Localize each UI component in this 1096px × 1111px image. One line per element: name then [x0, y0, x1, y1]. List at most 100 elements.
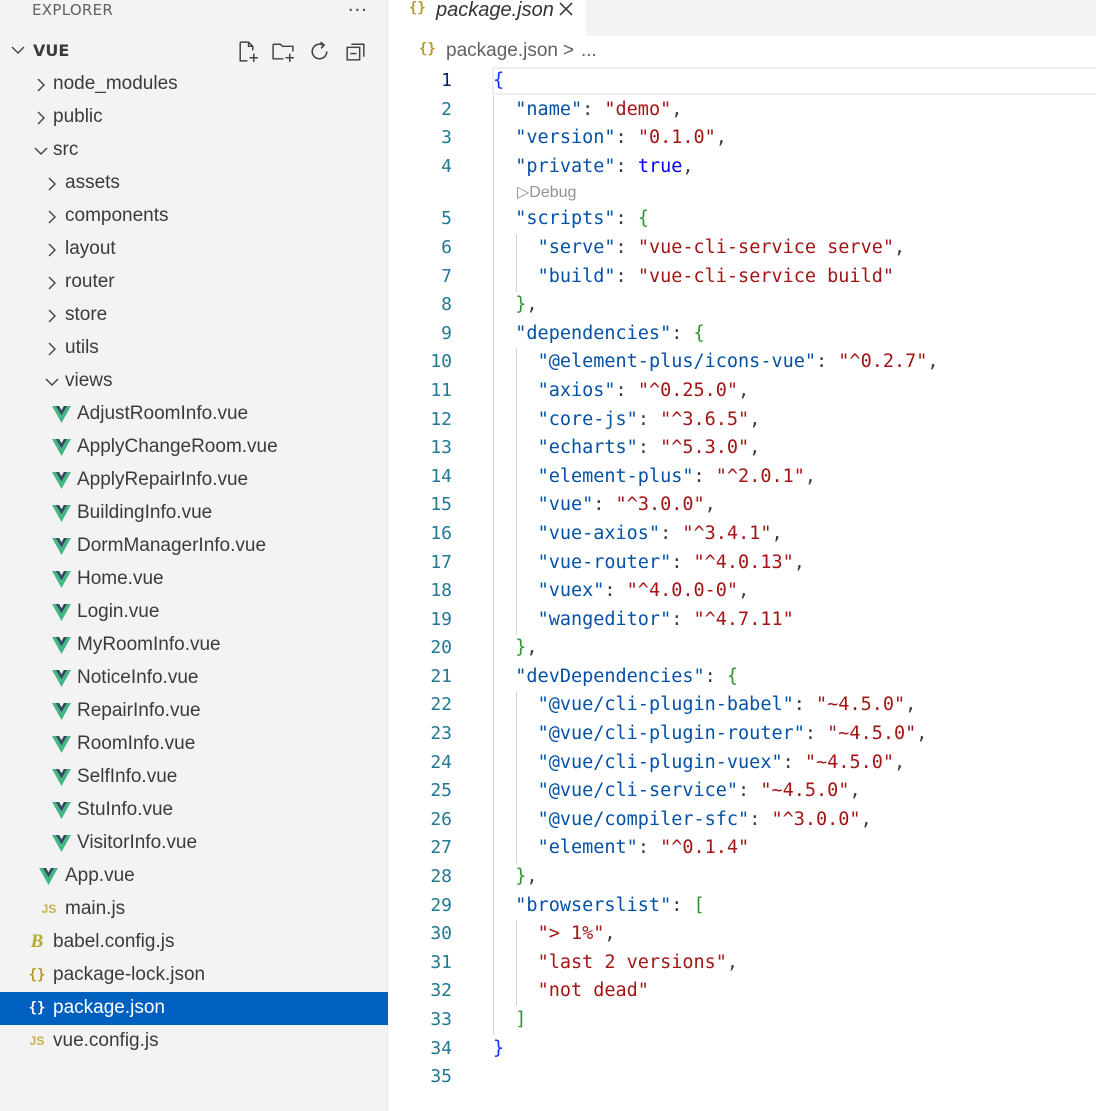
new-folder-icon[interactable] — [271, 39, 296, 64]
code-text: "axios": "^0.25.0", — [493, 380, 750, 401]
code-token: , — [715, 127, 727, 149]
debug-codelens-link[interactable]: ▷Debug — [517, 182, 576, 202]
tree-file[interactable]: Home.vue — [0, 563, 388, 596]
code-line[interactable]: 6 "serve": "vue-cli-service serve", — [389, 234, 1096, 263]
code-editor[interactable]: 1{2 "name": "demo", 3 "version": "0.1.0",… — [389, 67, 1096, 1092]
code-text: "last 2 versions", — [493, 952, 739, 973]
tree-folder[interactable]: components — [0, 200, 388, 233]
code-line[interactable]: 21 "devDependencies": { — [389, 663, 1096, 692]
code-line[interactable]: 14 "element-plus": "^2.0.1", — [389, 463, 1096, 492]
code-line[interactable]: 35 — [389, 1063, 1096, 1092]
tree-file[interactable]: MyRoomInfo.vue — [0, 629, 388, 662]
code-line[interactable]: 15 "vue": "^3.0.0", — [389, 491, 1096, 520]
tree-item-label: App.vue — [65, 865, 135, 886]
tree-folder[interactable]: utils — [0, 332, 388, 365]
code-line[interactable]: 16 "vue-axios": "^3.4.1", — [389, 520, 1096, 549]
tree-file[interactable]: ApplyChangeRoom.vue — [0, 431, 388, 464]
code-line[interactable]: 8 }, — [389, 291, 1096, 320]
code-token: "^0.1.4" — [660, 837, 750, 859]
tree-file[interactable]: RoomInfo.vue — [0, 728, 388, 761]
tree-file[interactable]: NoticeInfo.vue — [0, 662, 388, 695]
tree-folder[interactable]: public — [0, 101, 388, 134]
code-line[interactable]: 10 "@element-plus/icons-vue": "^0.2.7", — [389, 348, 1096, 377]
tree-folder[interactable]: layout — [0, 233, 388, 266]
refresh-icon[interactable] — [307, 39, 332, 64]
code-line[interactable]: 23 "@vue/cli-plugin-router": "~4.5.0", — [389, 720, 1096, 749]
tree-file[interactable]: VisitorInfo.vue — [0, 827, 388, 860]
tree-file[interactable]: JS vue.config.js — [0, 1025, 388, 1058]
tab-package-json[interactable]: {} package.json — [389, 0, 586, 36]
tree-file[interactable]: JS main.js — [0, 893, 388, 926]
tree-file[interactable]: AdjustRoomInfo.vue — [0, 398, 388, 431]
vue-file-icon — [52, 538, 71, 555]
close-icon[interactable] — [556, 0, 576, 19]
workspace-section-header[interactable]: VUE — [0, 37, 388, 65]
code-token: { — [637, 208, 649, 230]
breadcrumb-more[interactable]: ... — [581, 40, 597, 62]
tree-file[interactable]: Bbabel.config.js — [0, 926, 388, 959]
babel-file-icon: B — [30, 931, 44, 952]
tree-file[interactable]: DormManagerInfo.vue — [0, 530, 388, 563]
code-line[interactable]: 24 "@vue/cli-plugin-vuex": "~4.5.0", — [389, 749, 1096, 778]
code-line[interactable]: 17 "vue-router": "^4.0.13", — [389, 549, 1096, 578]
tree-file[interactable]: {} package.json — [0, 992, 388, 1025]
tree-folder[interactable]: assets — [0, 167, 388, 200]
code-token: "^4.0.13" — [693, 551, 794, 573]
tree-folder[interactable]: store — [0, 299, 388, 332]
code-line[interactable]: 13 "echarts": "^5.3.0", — [389, 434, 1096, 463]
tree-file[interactable]: StuInfo.vue — [0, 794, 388, 827]
code-line[interactable]: 1{ — [389, 67, 1096, 96]
code-line[interactable]: 4 "private": true, — [389, 153, 1096, 182]
indent-guide — [516, 348, 517, 635]
collapse-all-icon[interactable] — [343, 39, 368, 64]
code-line[interactable]: 28 }, — [389, 863, 1096, 892]
vue-file-icon — [52, 604, 71, 621]
tree-file[interactable]: {} package-lock.json — [0, 959, 388, 992]
vue-file-icon — [52, 835, 71, 852]
code-line[interactable]: 27 "element": "^0.1.4" — [389, 834, 1096, 863]
code-text: "@vue/cli-plugin-router": "~4.5.0", — [493, 723, 928, 744]
tree-file[interactable]: Login.vue — [0, 596, 388, 629]
code-line[interactable]: 2 "name": "demo", — [389, 96, 1096, 125]
code-text: "vuex": "^4.0.0-0", — [493, 580, 750, 602]
tree-folder[interactable]: src — [0, 134, 388, 167]
code-line[interactable]: 31 "last 2 versions", — [389, 949, 1096, 978]
tree-file[interactable]: ApplyRepairInfo.vue — [0, 464, 388, 497]
breadcrumb-file[interactable]: package.json — [446, 40, 558, 62]
code-line[interactable]: 22 "@vue/cli-plugin-babel": "~4.5.0", — [389, 691, 1096, 720]
code-line[interactable]: 7 "build": "vue-cli-service build" — [389, 263, 1096, 292]
more-actions-button[interactable]: ··· — [348, 0, 368, 21]
tree-file[interactable]: SelfInfo.vue — [0, 761, 388, 794]
code-line[interactable]: 29 "browserslist": [ — [389, 892, 1096, 921]
code-line[interactable]: 32 "not dead" — [389, 977, 1096, 1006]
line-number: 28 — [430, 866, 452, 888]
code-line[interactable]: 18 "vuex": "^4.0.0-0", — [389, 577, 1096, 606]
code-line[interactable]: 12 "core-js": "^3.6.5", — [389, 406, 1096, 435]
code-token: "wangeditor" — [537, 608, 672, 630]
code-line[interactable]: 3 "version": "0.1.0", — [389, 124, 1096, 153]
code-line[interactable]: 30 "> 1%", — [389, 920, 1096, 949]
code-line[interactable]: 20 }, — [389, 634, 1096, 663]
tree-file[interactable]: BuildingInfo.vue — [0, 497, 388, 530]
tree-folder[interactable]: router — [0, 266, 388, 299]
code-token: "^4.0.0-0" — [626, 580, 739, 602]
code-token: , — [749, 437, 761, 459]
code-line[interactable]: 25 "@vue/cli-service": "~4.5.0", — [389, 777, 1096, 806]
code-token: , — [526, 637, 538, 659]
code-line[interactable]: 34} — [389, 1035, 1096, 1064]
code-token: , — [771, 522, 783, 544]
tree-file[interactable]: App.vue — [0, 860, 388, 893]
code-line[interactable]: 9 "dependencies": { — [389, 320, 1096, 349]
code-token: "core-js" — [537, 408, 638, 430]
tree-folder[interactable]: node_modules — [0, 68, 388, 101]
code-line[interactable]: 19 "wangeditor": "^4.7.11" — [389, 606, 1096, 635]
code-line[interactable]: 11 "axios": "^0.25.0", — [389, 377, 1096, 406]
tree-folder[interactable]: views — [0, 365, 388, 398]
code-token: "vue-cli-service serve" — [637, 236, 894, 258]
tree-file[interactable]: RepairInfo.vue — [0, 695, 388, 728]
new-file-icon[interactable] — [235, 39, 260, 64]
code-line[interactable]: 33 ] — [389, 1006, 1096, 1035]
line-number: 25 — [430, 780, 452, 802]
code-line[interactable]: 26 "@vue/compiler-sfc": "^3.0.0", — [389, 806, 1096, 835]
code-line[interactable]: 5 "scripts": { — [389, 205, 1096, 234]
